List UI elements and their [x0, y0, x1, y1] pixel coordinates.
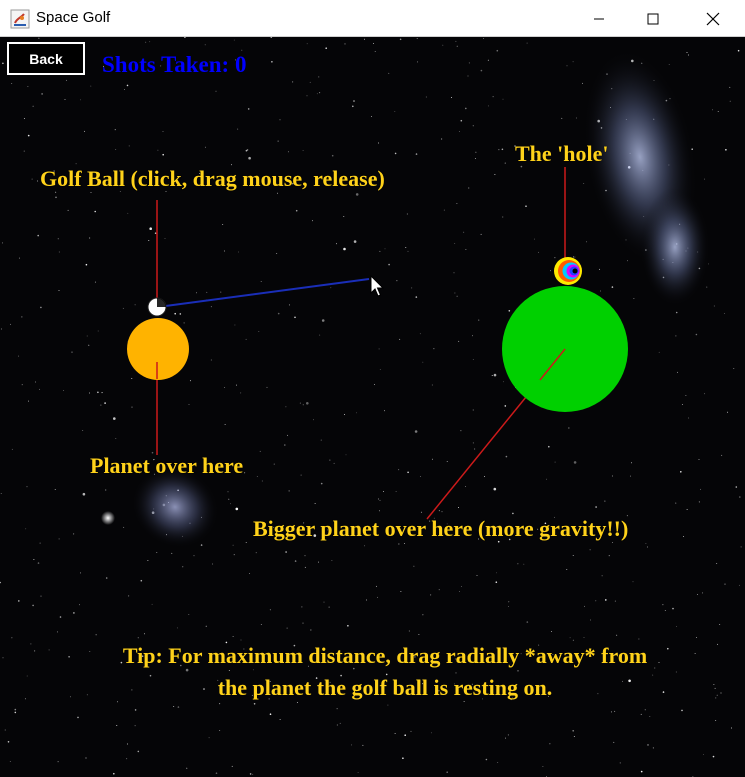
minimize-icon — [594, 18, 604, 19]
golf-ball[interactable] — [147, 297, 167, 317]
game-area[interactable]: Back Shots Taken: 0 Golf Ball (click, dr… — [0, 37, 745, 777]
maximize-icon — [647, 13, 659, 24]
aim-line — [157, 278, 370, 308]
small-planet — [127, 318, 189, 380]
close-icon — [706, 12, 720, 25]
shots-taken-counter: Shots Taken: 0 — [102, 52, 247, 77]
tip-line-1: Tip: For maximum distance, drag radially… — [122, 643, 648, 668]
tip-line-2: the planet the golf ball is resting on. — [217, 675, 553, 700]
close-button[interactable] — [684, 0, 742, 37]
title-bar: Space Golf — [0, 0, 745, 37]
planet-label: Planet over here — [90, 453, 244, 478]
back-button[interactable]: Back — [7, 42, 85, 75]
tip-text: Tip: For maximum distance, drag radially… — [60, 640, 710, 704]
space-golf-window: Space Golf Back Shots Taken: 0 Golf Ball… — [0, 0, 745, 777]
bigger-planet-label: Bigger planet over here (more gravity!!) — [253, 516, 629, 541]
window-title: Space Golf — [36, 9, 111, 26]
minimize-button[interactable] — [570, 0, 628, 37]
java-app-icon — [10, 9, 30, 29]
hole — [554, 257, 582, 285]
maximize-button[interactable] — [624, 0, 682, 37]
golf-ball-label: Golf Ball (click, drag mouse, release) — [40, 166, 385, 191]
hole-label: The 'hole' — [515, 141, 609, 166]
mouse-cursor-icon — [370, 274, 385, 297]
